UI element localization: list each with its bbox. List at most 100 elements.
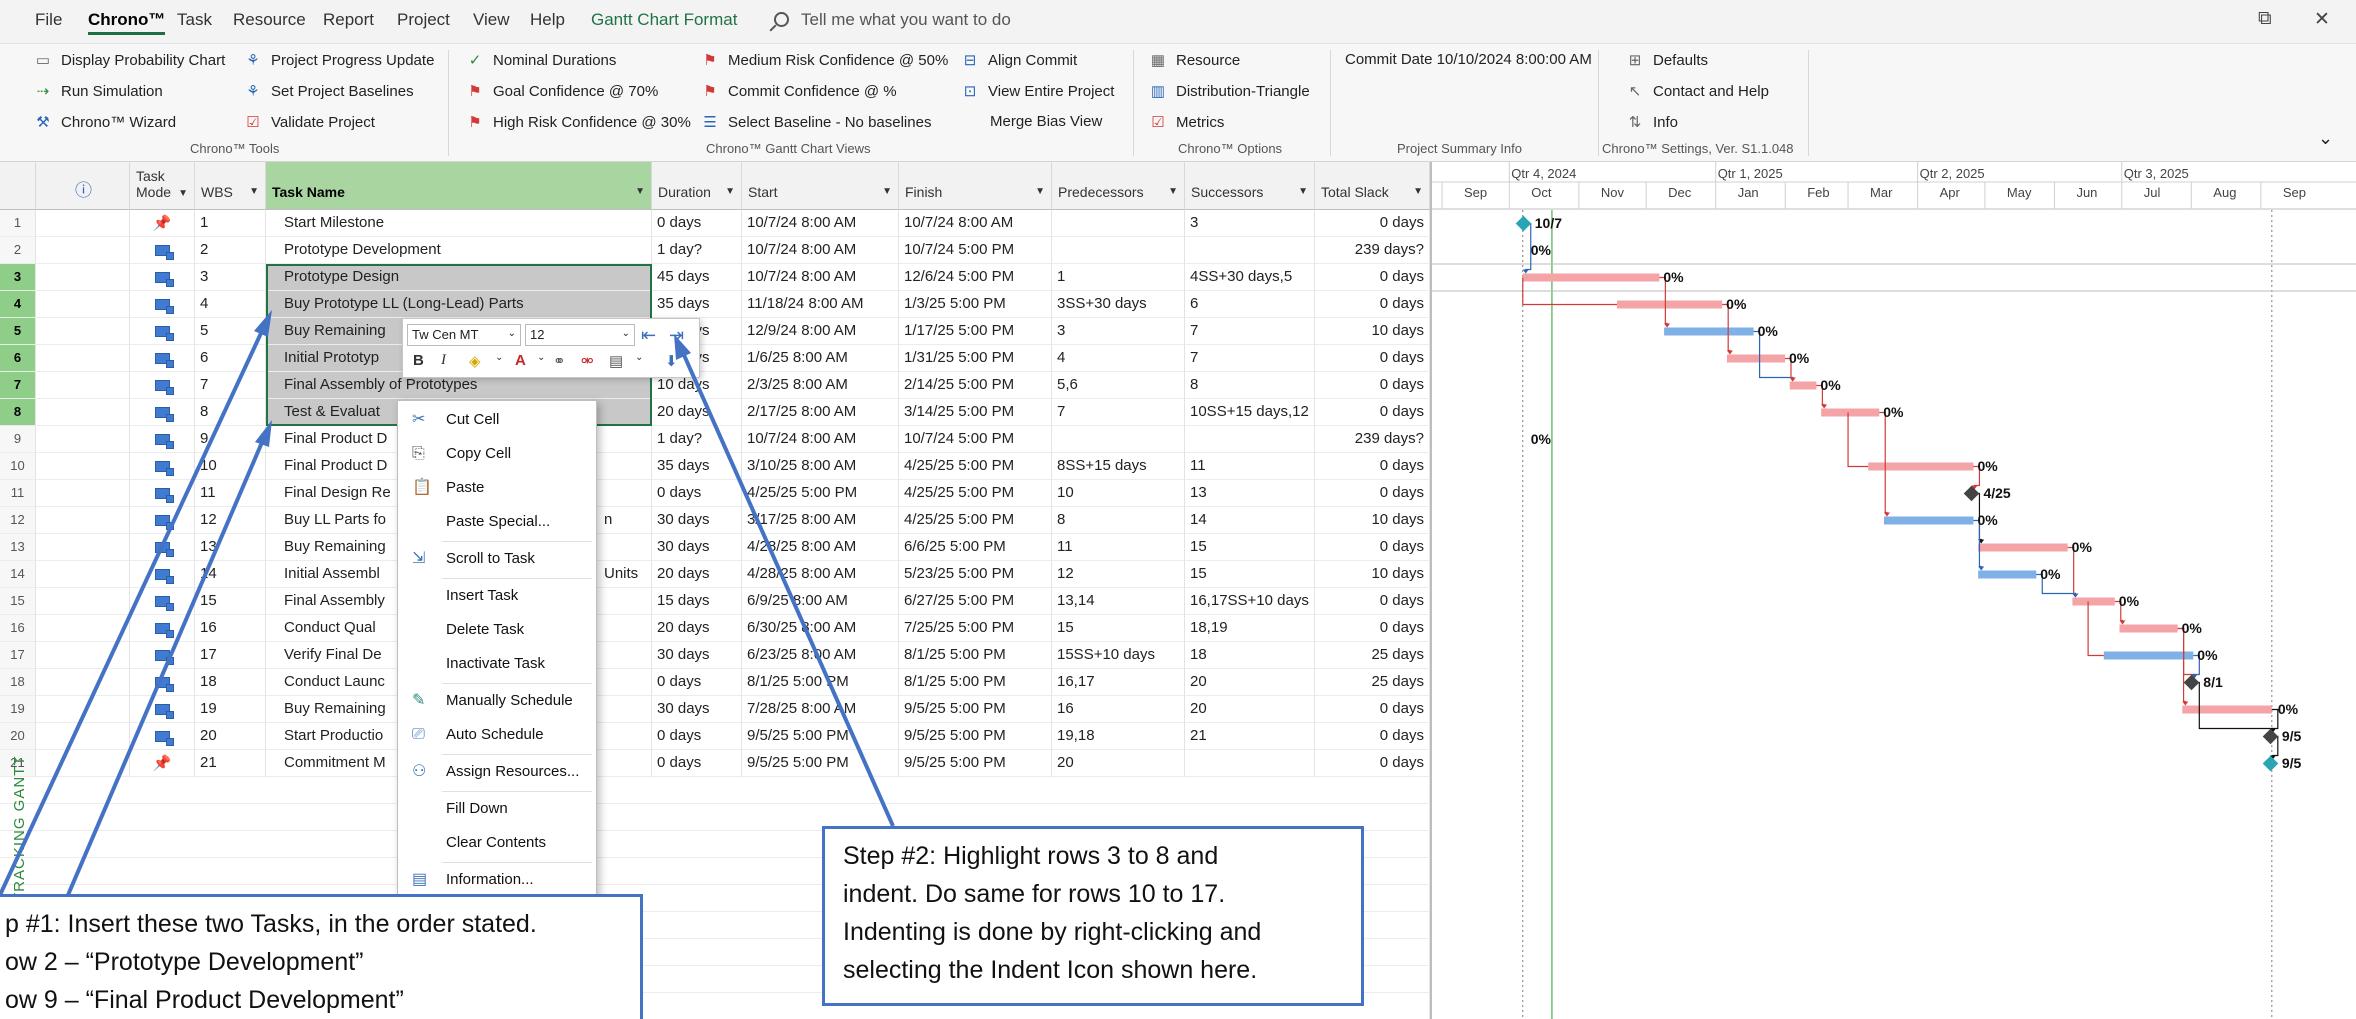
finish-cell[interactable]: 5/23/25 5:00 PM [899, 561, 1052, 588]
menu-project[interactable]: Project [397, 10, 450, 30]
predecessors-cell[interactable] [1052, 426, 1185, 453]
successors-cell[interactable] [1185, 750, 1315, 777]
successors-cell[interactable]: 8 [1185, 372, 1315, 399]
info-cell[interactable] [36, 291, 130, 318]
duration-cell[interactable]: 30 days [652, 534, 742, 561]
total-slack-cell[interactable]: 0 days [1315, 750, 1430, 777]
finish-cell[interactable]: 2/14/25 5:00 PM [899, 372, 1052, 399]
row-number[interactable]: 1 [0, 210, 36, 237]
menu-file[interactable]: File [35, 10, 62, 30]
task-mode-cell[interactable] [130, 426, 195, 453]
total-slack-cell[interactable]: 0 days [1315, 345, 1430, 372]
predecessors-cell[interactable]: 8SS+15 days [1052, 453, 1185, 480]
finish-cell[interactable]: 9/5/25 5:00 PM [899, 723, 1052, 750]
progress-icon[interactable]: ▤ [609, 352, 623, 370]
duration-cell[interactable]: 30 days [652, 642, 742, 669]
info-cell[interactable] [36, 453, 130, 480]
total-slack-column-header[interactable]: Total Slack ▼ [1315, 162, 1430, 210]
start-cell[interactable]: 4/28/25 8:00 AM [742, 561, 899, 588]
row-number[interactable]: 4 [0, 291, 36, 318]
chevron-down-icon[interactable]: ⌄ [537, 352, 545, 363]
row-number[interactable]: 8 [0, 399, 36, 426]
info-cell[interactable] [36, 480, 130, 507]
predecessors-cell[interactable]: 15SS+10 days [1052, 642, 1185, 669]
wbs-cell[interactable]: 11 [195, 480, 266, 507]
predecessors-cell[interactable]: 20 [1052, 750, 1185, 777]
task-mode-cell[interactable] [130, 318, 195, 345]
finish-cell[interactable]: 6/6/25 5:00 PM [899, 534, 1052, 561]
predecessors-cell[interactable]: 12 [1052, 561, 1185, 588]
start-cell[interactable]: 2/17/25 8:00 AM [742, 399, 899, 426]
predecessors-cell[interactable]: 1 [1052, 264, 1185, 291]
total-slack-cell[interactable]: 0 days [1315, 399, 1430, 426]
row-number[interactable]: 7 [0, 372, 36, 399]
successors-cell[interactable]: 20 [1185, 669, 1315, 696]
successors-cell[interactable]: 15 [1185, 561, 1315, 588]
finish-cell[interactable]: 8/1/25 5:00 PM [899, 669, 1052, 696]
finish-cell[interactable]: 4/25/25 5:00 PM [899, 453, 1052, 480]
predecessors-cell[interactable]: 13,14 [1052, 588, 1185, 615]
resource-option-button[interactable]: ▦ Resource [1148, 51, 1240, 69]
unlink-icon[interactable]: ⚮ [581, 352, 594, 370]
row-number[interactable]: 20 [0, 723, 36, 750]
wbs-cell[interactable]: 12 [195, 507, 266, 534]
total-slack-cell[interactable]: 25 days [1315, 642, 1430, 669]
start-cell[interactable]: 1/6/25 8:00 AM [742, 345, 899, 372]
display-probability-chart-button[interactable]: ▭ Display Probability Chart [33, 51, 225, 69]
select-baseline-button[interactable]: ☰ Select Baseline - No baselines [700, 113, 931, 131]
successors-cell[interactable]: 10SS+15 days,12 [1185, 399, 1315, 426]
wbs-cell[interactable]: 21 [195, 750, 266, 777]
collapse-ribbon-icon[interactable]: ⌄ [2318, 128, 2333, 149]
duration-cell[interactable]: 0 days [652, 210, 742, 237]
successors-cell[interactable]: 16,17SS+10 days [1185, 588, 1315, 615]
copy-cell-item[interactable]: ⎘ Copy Cell [398, 439, 596, 469]
manually-schedule-item[interactable]: ✎ Manually Schedule [398, 686, 596, 716]
duration-cell[interactable]: 1 day? [652, 426, 742, 453]
task-mode-cell[interactable] [130, 399, 195, 426]
wbs-cell[interactable]: 8 [195, 399, 266, 426]
start-cell[interactable]: 3/10/25 8:00 AM [742, 453, 899, 480]
predecessors-cell[interactable]: 19,18 [1052, 723, 1185, 750]
cut-cell-item[interactable]: ✂ Cut Cell [398, 405, 596, 435]
predecessors-cell[interactable]: 7 [1052, 399, 1185, 426]
align-commit-button[interactable]: ⊟ Align Commit [960, 51, 1077, 69]
italic-button[interactable]: I [441, 352, 446, 369]
successors-column-header[interactable]: Successors ▼ [1185, 162, 1315, 210]
info-cell[interactable] [36, 750, 130, 777]
finish-cell[interactable]: 10/7/24 5:00 PM [899, 237, 1052, 264]
delete-task-item[interactable]: Delete Task [398, 615, 596, 645]
contact-help-button[interactable]: ↖ Contact and Help [1625, 82, 1769, 100]
info-cell[interactable] [36, 615, 130, 642]
chevron-down-icon[interactable]: ⌄ [635, 352, 643, 363]
successors-cell[interactable]: 18,19 [1185, 615, 1315, 642]
info-cell[interactable] [36, 426, 130, 453]
predecessors-cell[interactable]: 3SS+30 days [1052, 291, 1185, 318]
menu-report[interactable]: Report [323, 10, 374, 30]
menu-task[interactable]: Task [177, 10, 212, 30]
successors-cell[interactable]: 4SS+30 days,5 [1185, 264, 1315, 291]
info-cell[interactable] [36, 264, 130, 291]
info-button[interactable]: ⇅ Info [1625, 113, 1678, 131]
successors-cell[interactable]: 13 [1185, 480, 1315, 507]
successors-cell[interactable]: 15 [1185, 534, 1315, 561]
row-number[interactable]: 12 [0, 507, 36, 534]
menu-resource[interactable]: Resource [233, 10, 306, 30]
task-name-cell[interactable]: Prototype Development [266, 237, 652, 264]
row-number[interactable]: 14 [0, 561, 36, 588]
predecessors-cell[interactable] [1052, 210, 1185, 237]
row-number[interactable]: 9 [0, 426, 36, 453]
merge-bias-view-button[interactable]: Merge Bias View [990, 113, 1102, 130]
finish-cell[interactable]: 9/5/25 5:00 PM [899, 750, 1052, 777]
menu-chrono[interactable]: Chrono™ [88, 10, 166, 35]
predecessors-cell[interactable]: 10 [1052, 480, 1185, 507]
finish-cell[interactable]: 1/17/25 5:00 PM [899, 318, 1052, 345]
start-cell[interactable]: 10/7/24 8:00 AM [742, 426, 899, 453]
total-slack-cell[interactable]: 10 days [1315, 561, 1430, 588]
duration-cell[interactable]: 15 days [652, 588, 742, 615]
start-cell[interactable]: 9/5/25 5:00 PM [742, 723, 899, 750]
highlight-color-icon[interactable]: ◈ [469, 352, 481, 370]
task-mode-cell[interactable] [130, 561, 195, 588]
row-number[interactable]: 15 [0, 588, 36, 615]
successors-cell[interactable]: 18 [1185, 642, 1315, 669]
wbs-cell[interactable]: 5 [195, 318, 266, 345]
